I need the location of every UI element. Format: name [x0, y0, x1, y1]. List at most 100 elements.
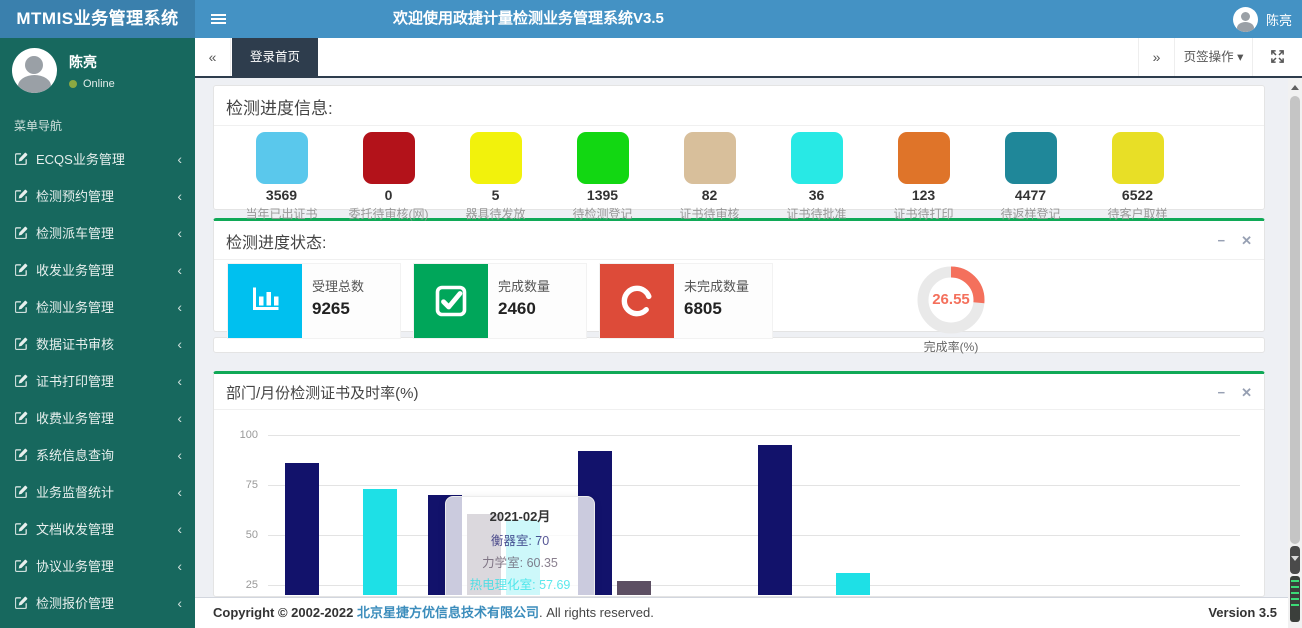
top-navbar: MTMIS业务管理系统 欢迎使用政捷计量检测业务管理系统V3.5 陈亮 — [0, 0, 1302, 38]
stat-color-box[interactable] — [1005, 132, 1057, 184]
sidebar-item-label: 检测报价管理 — [36, 593, 177, 612]
sidebar-avatar — [12, 48, 57, 93]
sidebar-item-11[interactable]: 协议业务管理 ‹ — [0, 547, 195, 584]
edit-icon — [14, 300, 28, 314]
stat-cell-4: 82 证书待审核 — [656, 132, 763, 222]
sidebar-user-panel: 陈亮 Online — [0, 38, 195, 105]
completion-donut: 26.55 完成率(%) — [891, 264, 1011, 355]
tabs-scroll-right-button[interactable]: » — [1138, 38, 1174, 76]
vertical-scrollbar[interactable] — [1288, 78, 1302, 628]
status-info-box-2[interactable]: 未完成数量 6805 — [600, 264, 772, 338]
bar-力学室-2021-03月 — [617, 581, 651, 595]
status-value: 9265 — [312, 299, 364, 319]
sidebar-item-2[interactable]: 检测派车管理 ‹ — [0, 214, 195, 251]
scrollbar-thumb[interactable] — [1290, 96, 1300, 544]
edit-icon — [14, 485, 28, 499]
stat-label: 当年已出证书 — [228, 205, 335, 222]
stat-color-box[interactable] — [256, 132, 308, 184]
status-info-box-1[interactable]: 完成数量 2460 — [414, 264, 586, 338]
empty-panel — [213, 337, 1265, 353]
tabs-scroll-left-button[interactable]: « — [195, 38, 231, 76]
status-body: 受理总数 9265 完成数量 2460 未完成数量 6805 26.55 — [214, 260, 1264, 344]
stat-value: 5 — [442, 187, 549, 203]
stat-cell-2: 5 器具待发放 — [442, 132, 549, 222]
version-label: Version 3.5 — [1208, 598, 1277, 628]
rights-text: . All rights reserved. — [539, 605, 654, 620]
y-axis-tick-75: 75 — [220, 479, 258, 491]
sidebar-toggle-button[interactable] — [197, 0, 239, 38]
user-avatar-icon — [1233, 7, 1258, 32]
tooltip-line-热电理化室: 热电理化室: 57.69 — [452, 574, 588, 593]
collapse-panel-icon[interactable]: − — [1218, 385, 1226, 401]
app-logo[interactable]: MTMIS业务管理系统 — [0, 0, 195, 38]
progress-info-panel: 检测进度信息: 3569 当年已出证书 0 委托待审核(网) 5 器具待发放 1… — [213, 85, 1265, 210]
tab-operations-dropdown[interactable]: 页签操作 ▾ — [1174, 38, 1252, 76]
sidebar-item-5[interactable]: 数据证书审核 ‹ — [0, 325, 195, 362]
sidebar-item-9[interactable]: 业务监督统计 ‹ — [0, 473, 195, 510]
sidebar-item-label: 业务监督统计 — [36, 482, 177, 501]
bar-chart: 1007550252021-02月衡器室: 70力学室: 60.35热电理化室:… — [220, 410, 1258, 595]
stat-color-box[interactable] — [1112, 132, 1164, 184]
stat-value: 123 — [870, 187, 977, 203]
copyright-text: Copyright © 2002-2022 — [213, 605, 353, 620]
close-panel-icon[interactable]: ✕ — [1241, 385, 1252, 401]
chevron-left-icon: ‹ — [177, 522, 182, 536]
gridline-25 — [268, 585, 1240, 586]
sidebar-item-7[interactable]: 收费业务管理 ‹ — [0, 399, 195, 436]
stat-cell-5: 36 证书待批准 — [763, 132, 870, 222]
stat-value: 36 — [763, 187, 870, 203]
fullscreen-button[interactable] — [1252, 38, 1302, 76]
stat-label: 证书待批准 — [763, 205, 870, 222]
scrollbar-grip[interactable] — [1290, 576, 1300, 622]
user-menu[interactable]: 陈亮 — [1233, 0, 1292, 38]
edit-icon — [14, 226, 28, 240]
stat-color-box[interactable] — [363, 132, 415, 184]
sidebar-item-12[interactable]: 检测报价管理 ‹ — [0, 584, 195, 621]
company-link[interactable]: 北京星捷方优信息技术有限公司 — [357, 605, 539, 620]
chevron-left-icon: ‹ — [177, 337, 182, 351]
scroll-down-arrow-icon[interactable] — [1290, 546, 1300, 574]
sidebar-item-8[interactable]: 系统信息查询 ‹ — [0, 436, 195, 473]
chevron-left-icon: ‹ — [177, 226, 182, 240]
stat-cell-8: 6522 待客户取样 — [1084, 132, 1191, 222]
collapse-panel-icon[interactable]: − — [1218, 233, 1226, 249]
edit-icon — [14, 559, 28, 573]
sidebar-item-10[interactable]: 文档收发管理 ‹ — [0, 510, 195, 547]
chevron-left-icon: ‹ — [177, 411, 182, 425]
sidebar-item-label: 检测派车管理 — [36, 223, 177, 242]
status-info-box-0[interactable]: 受理总数 9265 — [228, 264, 400, 338]
stat-color-box[interactable] — [470, 132, 522, 184]
stat-color-box[interactable] — [791, 132, 843, 184]
chart-title: 部门/月份检测证书及时率(%) — [226, 382, 419, 403]
sidebar-user-status: Online — [69, 78, 115, 90]
tab-home[interactable]: 登录首页 — [232, 38, 318, 76]
stat-cell-0: 3569 当年已出证书 — [228, 132, 335, 222]
scroll-up-arrow-icon[interactable] — [1288, 80, 1302, 94]
chevron-left-icon: ‹ — [177, 559, 182, 573]
close-panel-icon[interactable]: ✕ — [1241, 233, 1252, 249]
stat-color-box[interactable] — [898, 132, 950, 184]
edit-icon — [14, 448, 28, 462]
chevron-left-icon: ‹ — [177, 596, 182, 610]
stat-cell-1: 0 委托待审核(网) — [335, 132, 442, 222]
sidebar-item-1[interactable]: 检测预约管理 ‹ — [0, 177, 195, 214]
sidebar-item-0[interactable]: ECQS业务管理 ‹ — [0, 140, 195, 177]
sidebar-item-4[interactable]: 检测业务管理 ‹ — [0, 288, 195, 325]
sidebar-item-3[interactable]: 收发业务管理 ‹ — [0, 251, 195, 288]
tab-bar: « 登录首页 » 页签操作 ▾ — [195, 38, 1302, 78]
sidebar-item-6[interactable]: 证书打印管理 ‹ — [0, 362, 195, 399]
sidebar-item-label: 检测业务管理 — [36, 297, 177, 316]
stat-color-box[interactable] — [684, 132, 736, 184]
sidebar: 陈亮 Online 菜单导航 ECQS业务管理 ‹ 检测预约管理 ‹ — [0, 38, 195, 628]
stat-color-box[interactable] — [577, 132, 629, 184]
status-label: 完成数量 — [498, 276, 550, 295]
chevron-left-icon: ‹ — [177, 263, 182, 277]
stat-label: 待客户取样 — [1084, 205, 1191, 222]
sidebar-item-label: 文档收发管理 — [36, 519, 177, 538]
status-label: 受理总数 — [312, 276, 364, 295]
y-axis-tick-100: 100 — [220, 429, 258, 441]
edit-icon — [14, 337, 28, 351]
sidebar-user-name: 陈亮 — [69, 52, 115, 72]
chevron-left-icon: ‹ — [177, 189, 182, 203]
chart-tooltip: 2021-02月衡器室: 70力学室: 60.35热电理化室: 57.69 — [445, 496, 595, 595]
